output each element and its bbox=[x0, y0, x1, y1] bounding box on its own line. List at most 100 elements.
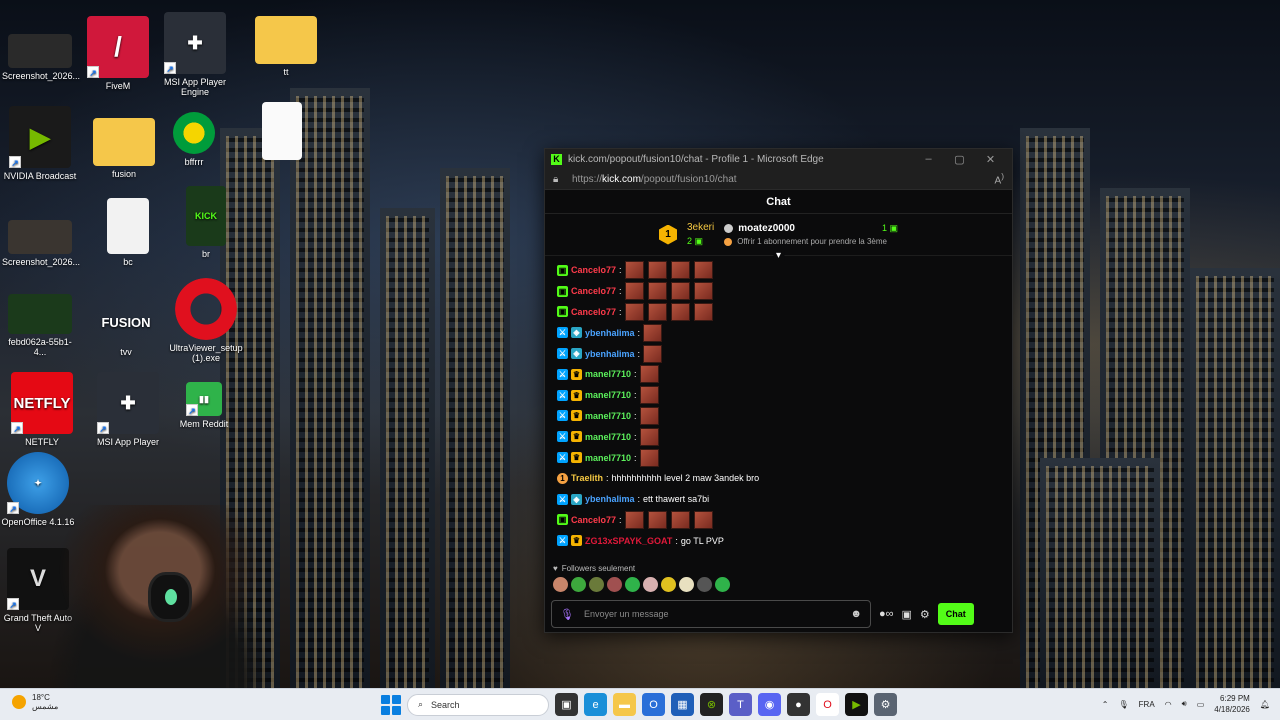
desktop-icon-document[interactable] bbox=[244, 102, 320, 163]
opera-icon[interactable]: O bbox=[816, 693, 839, 716]
emote-icon[interactable] bbox=[643, 344, 663, 363]
emote-icon[interactable] bbox=[670, 261, 690, 280]
emote-icon[interactable] bbox=[697, 577, 712, 592]
emote-icon[interactable] bbox=[607, 577, 622, 592]
battery-icon[interactable]: ▭ bbox=[1197, 700, 1205, 709]
discord-icon[interactable]: ◉ bbox=[758, 693, 781, 716]
crown-badge-icon[interactable]: ♛ bbox=[571, 452, 582, 464]
desktop-icon-bffrrr[interactable]: bffrrr bbox=[156, 112, 232, 167]
gifter-badge-icon[interactable]: 1 bbox=[557, 472, 568, 484]
emote-icon[interactable] bbox=[647, 261, 667, 280]
address-bar[interactable]: 🔒︎ https://kick.com/popout/fusion10/chat… bbox=[545, 169, 1012, 190]
chat-message-list[interactable]: ▣ Cancelo77: ▣ Cancelo77: ▣ Cancelo77: ⚔ ◈ ybenh… bbox=[545, 256, 1012, 556]
moderator-badge-icon[interactable]: ⚔ bbox=[557, 389, 568, 401]
edge-popout-window[interactable]: K kick.com/popout/fusion10/chat - Profil… bbox=[544, 148, 1013, 633]
quick-emote-bar[interactable] bbox=[545, 573, 1012, 596]
chat-message[interactable]: ▣ Cancelo77: bbox=[557, 281, 1002, 302]
moderator-badge-icon[interactable]: ⚔ bbox=[557, 431, 568, 443]
chat-message[interactable]: ⚔ ♛ manel7710: bbox=[557, 364, 1002, 385]
crown-badge-icon[interactable]: ♛ bbox=[571, 368, 582, 380]
chat-message-input[interactable]: 🎙︎ Envoyer un message ☻ bbox=[551, 600, 871, 628]
nvidia-broadcast-icon[interactable]: ▶ bbox=[845, 693, 868, 716]
store-icon[interactable]: ▦ bbox=[671, 693, 694, 716]
microphone-icon[interactable]: 🎙︎ bbox=[1119, 700, 1129, 709]
desktop-icon-screenshot-1[interactable]: Screenshot_2026... bbox=[2, 34, 80, 81]
weather-widget[interactable]: 18°C مشمس bbox=[12, 693, 58, 711]
emote-icon[interactable] bbox=[624, 282, 644, 301]
emote-icon[interactable] bbox=[643, 577, 658, 592]
subscriber-badge-icon[interactable]: ▣ bbox=[557, 306, 568, 318]
url-text[interactable]: https://kick.com/popout/fusion10/chat bbox=[572, 174, 995, 185]
chat-message[interactable]: ⚔ ♛ manel7710: bbox=[557, 426, 1002, 447]
emote-icon[interactable] bbox=[639, 427, 659, 446]
chevron-up-icon[interactable]: ⌃ bbox=[1102, 700, 1109, 709]
emote-icon[interactable] bbox=[693, 261, 713, 280]
desktop-icon-mem-reddit[interactable]: ▮▮ ↗ Mem Reddit bbox=[166, 382, 242, 429]
moderator-badge-icon[interactable]: ⚔ bbox=[557, 452, 568, 464]
xbox-icon[interactable]: ⊗ bbox=[700, 693, 723, 716]
emote-icon[interactable] bbox=[693, 282, 713, 301]
chat-username[interactable]: manel7710 bbox=[585, 411, 631, 421]
emote-icon[interactable] bbox=[553, 577, 568, 592]
desktop-icon-fivem[interactable]: / ↗ FiveM bbox=[80, 16, 156, 91]
emote-icon[interactable] bbox=[647, 510, 667, 529]
outlook-icon[interactable]: O bbox=[642, 693, 665, 716]
community-icon[interactable]: ●∞ bbox=[879, 608, 894, 620]
emote-icon[interactable] bbox=[624, 261, 644, 280]
emote-icon[interactable] bbox=[693, 302, 713, 321]
chat-username[interactable]: Traelith bbox=[571, 473, 603, 483]
desktop-icon-bc[interactable]: bc bbox=[90, 198, 166, 267]
volume-icon[interactable]: 🔊︎ bbox=[1182, 699, 1187, 709]
window-titlebar[interactable]: K kick.com/popout/fusion10/chat - Profil… bbox=[545, 149, 1012, 169]
file-explorer-icon[interactable]: ▬ bbox=[613, 693, 636, 716]
task-view-icon[interactable]: ▣ bbox=[555, 693, 578, 716]
chat-username[interactable]: Cancelo77 bbox=[571, 515, 616, 525]
emote-icon[interactable] bbox=[643, 323, 663, 342]
desktop-icon-msi-engine[interactable]: ✚ ↗ MSI App Player Engine bbox=[157, 12, 233, 97]
chat-username[interactable]: manel7710 bbox=[585, 390, 631, 400]
clock[interactable]: 6:29 PM 4/18/2026 bbox=[1214, 693, 1250, 715]
chat-username[interactable]: manel7710 bbox=[585, 432, 631, 442]
chat-message[interactable]: ▣ Cancelo77: bbox=[557, 302, 1002, 323]
emote-icon[interactable] bbox=[589, 577, 604, 592]
desktop-icon-msi-app-player[interactable]: ✚ ↗ MSI App Player bbox=[90, 372, 166, 447]
emote-icon[interactable] bbox=[670, 282, 690, 301]
store-icon[interactable]: ▣ bbox=[902, 608, 912, 621]
second-gifter-name[interactable]: moatez0000 bbox=[738, 223, 795, 234]
chat-username[interactable]: ybenhalima bbox=[585, 328, 635, 338]
moderator-badge-icon[interactable]: ⚔ bbox=[557, 535, 568, 547]
gift-cta-note[interactable]: Offrir 1 abonnement pour prendre la 3ème bbox=[737, 237, 887, 246]
emote-icon[interactable] bbox=[647, 282, 667, 301]
edge-icon[interactable]: e bbox=[584, 693, 607, 716]
collapse-leaderboard-icon[interactable]: ▾ bbox=[772, 250, 785, 261]
language-indicator[interactable]: FRA bbox=[1139, 700, 1155, 709]
notification-icon[interactable]: 🔔︎ bbox=[1260, 700, 1270, 709]
chat-username[interactable]: ybenhalima bbox=[585, 349, 635, 359]
windows-start-icon[interactable] bbox=[381, 694, 401, 715]
emote-icon[interactable] bbox=[625, 577, 640, 592]
chat-username[interactable]: Cancelo77 bbox=[571, 265, 616, 275]
maximize-button[interactable]: ▢ bbox=[944, 153, 975, 166]
desktop-icon-fusion-folder[interactable]: fusion bbox=[86, 118, 162, 179]
emote-icon[interactable] bbox=[639, 386, 659, 405]
send-chat-button[interactable]: Chat bbox=[937, 603, 974, 625]
crown-badge-icon[interactable]: ♛ bbox=[571, 535, 582, 547]
close-button[interactable]: ✕ bbox=[975, 153, 1006, 166]
top-gifter-name[interactable]: 3ekeri bbox=[687, 222, 714, 233]
teams-icon[interactable]: T bbox=[729, 693, 752, 716]
desktop-icon-screenshot-2[interactable]: Screenshot_2026... bbox=[2, 220, 80, 267]
taskbar-search-box[interactable]: ⌕ Search bbox=[407, 693, 549, 716]
chat-message[interactable]: ⚔ ♛ manel7710: bbox=[557, 447, 1002, 468]
emote-icon[interactable] bbox=[679, 577, 694, 592]
moderator-badge-icon[interactable]: ⚔ bbox=[557, 493, 568, 505]
chat-message[interactable]: ⚔ ♛ manel7710: bbox=[557, 385, 1002, 406]
crown-badge-icon[interactable]: ♛ bbox=[571, 410, 582, 422]
settings-icon[interactable]: ⚙ bbox=[874, 693, 897, 716]
desktop-icon-nvidia-broadcast[interactable]: ▶ ↗ NVIDIA Broadcast bbox=[2, 106, 78, 181]
settings-gear-icon[interactable]: ⚙ bbox=[920, 608, 930, 621]
crown-badge-icon[interactable]: ♛ bbox=[571, 389, 582, 401]
og-badge-icon[interactable]: ◈ bbox=[571, 493, 582, 505]
subscriber-badge-icon[interactable]: ▣ bbox=[557, 514, 568, 526]
subscriber-badge-icon[interactable]: ▣ bbox=[557, 264, 568, 276]
desktop-icon-tvv[interactable]: FUSION tvv bbox=[88, 300, 164, 358]
